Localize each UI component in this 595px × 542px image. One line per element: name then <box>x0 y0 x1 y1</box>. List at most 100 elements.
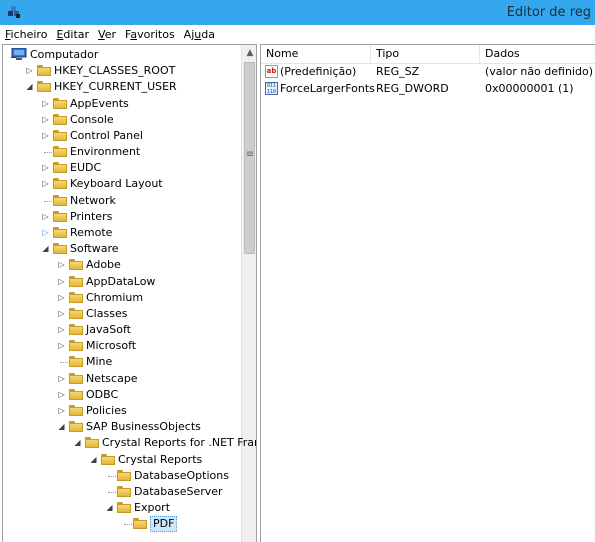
menu-bar: Ficheiro Editar Ver Favoritos Ajuda <box>0 25 595 44</box>
folder-icon <box>53 113 67 125</box>
folder-icon <box>53 146 67 158</box>
expand-arrow-icon[interactable]: ▷ <box>57 274 66 290</box>
folder-icon <box>85 437 99 449</box>
value-data: 0x00000001 (1) <box>485 82 574 95</box>
value-type: REG_DWORD <box>376 82 449 95</box>
tree-node-label: AppEvents <box>70 96 129 110</box>
folder-icon <box>69 291 83 303</box>
value-name: (Predefinição) <box>280 65 357 78</box>
tree-node-label: Classes <box>86 306 128 320</box>
folder-icon <box>69 421 83 433</box>
tree-node-label: DatabaseServer <box>134 484 223 498</box>
folder-icon <box>53 243 67 255</box>
registry-tree[interactable]: ▲ ≡ ◢ Computador ▷ HKEY_CLASSES_ROOT ◢ HKEY_C… <box>2 44 257 542</box>
expand-arrow-icon[interactable]: ▷ <box>41 112 50 128</box>
tree-node-label: ODBC <box>86 387 119 401</box>
menu-item[interactable]: Ver <box>93 28 120 41</box>
collapse-arrow-icon[interactable]: ◢ <box>89 452 98 468</box>
title-bar: Editor de reg <box>0 0 595 25</box>
tree-vertical-scrollbar[interactable]: ▲ ≡ <box>241 45 256 542</box>
column-header-data[interactable]: Dados <box>480 45 595 63</box>
values-list[interactable]: Nome Tipo Dados ab (Predefinição) REG_SZ… <box>260 44 595 542</box>
expand-arrow-icon[interactable]: ▷ <box>57 306 66 322</box>
expand-arrow-icon[interactable]: ▷ <box>57 371 66 387</box>
folder-icon <box>69 372 83 384</box>
string-value-icon: ab <box>265 65 278 78</box>
folder-icon <box>117 502 131 514</box>
menu-item[interactable]: Editar <box>51 28 93 41</box>
tree-node-label: Control Panel <box>70 128 143 142</box>
expand-arrow-icon[interactable]: ▷ <box>57 290 66 306</box>
tree-node-label: Microsoft <box>86 339 137 353</box>
tree-node-label: Export <box>134 501 171 515</box>
tree-connector <box>44 200 52 202</box>
collapse-arrow-icon[interactable]: ◢ <box>105 500 114 516</box>
folder-icon <box>69 388 83 400</box>
list-item[interactable]: 011 110 ForceLargerFonts REG_DWORD 0x000… <box>261 81 595 97</box>
menu-item[interactable]: Favoritos <box>120 28 179 41</box>
menu-item[interactable]: Ajuda <box>179 28 219 41</box>
list-item[interactable]: ab (Predefinição) REG_SZ (valor não defi… <box>261 64 595 80</box>
folder-icon <box>69 356 83 368</box>
expand-arrow-icon[interactable]: ▷ <box>57 403 66 419</box>
expand-arrow-icon[interactable]: ▷ <box>57 322 66 338</box>
expand-arrow-icon[interactable]: ▷ <box>41 96 50 112</box>
folder-icon <box>53 226 67 238</box>
expand-arrow-icon[interactable]: ▷ <box>41 176 50 192</box>
tree-node-label: AppDataLow <box>86 274 156 288</box>
tree-node-label: EUDC <box>70 161 102 175</box>
expand-arrow-icon[interactable]: ▷ <box>41 225 50 241</box>
folder-icon <box>53 210 67 222</box>
tree-node-label: Keyboard Layout <box>70 177 163 191</box>
tree-node-label: Computador <box>30 48 99 61</box>
tree-node-label: HKEY_CURRENT_USER <box>54 80 177 94</box>
tree-node-label: Adobe <box>86 258 121 272</box>
folder-icon <box>69 307 83 319</box>
scroll-up-arrow-icon[interactable]: ▲ <box>242 45 256 61</box>
tree-node-label: SAP BusinessObjects <box>86 420 201 434</box>
column-header-type[interactable]: Tipo <box>371 45 480 63</box>
folder-icon <box>117 485 131 497</box>
folder-icon <box>37 81 51 93</box>
collapse-arrow-icon[interactable]: ◢ <box>41 241 50 257</box>
expand-arrow-icon[interactable]: ▷ <box>25 63 34 79</box>
tree-connector <box>108 475 116 477</box>
column-header-name[interactable]: Nome <box>261 45 371 63</box>
collapse-arrow-icon[interactable]: ◢ <box>73 435 82 451</box>
value-name: ForceLargerFonts <box>280 82 375 95</box>
regedit-app-icon[interactable] <box>6 4 22 20</box>
expand-arrow-icon[interactable]: ▷ <box>57 338 66 354</box>
expand-arrow-icon[interactable]: ▷ <box>57 257 66 273</box>
list-header: Nome Tipo Dados <box>261 45 595 64</box>
tree-connector <box>44 152 52 154</box>
tree-connector <box>60 362 68 364</box>
tree-node-label: Chromium <box>86 290 144 304</box>
collapse-arrow-icon[interactable]: ◢ <box>25 79 34 95</box>
expand-arrow-icon[interactable]: ▷ <box>41 209 50 225</box>
tree-connector <box>124 524 132 526</box>
expand-arrow-icon[interactable]: ▷ <box>57 387 66 403</box>
folder-icon <box>53 178 67 190</box>
expand-arrow-icon[interactable]: ▷ <box>41 160 50 176</box>
tree-node-label: Crystal Reports for .NET Fram <box>102 436 257 450</box>
window-title: Editor de reg <box>506 5 591 20</box>
folder-icon <box>69 340 83 352</box>
dword-value-icon: 011 110 <box>265 82 278 95</box>
folder-icon <box>53 162 67 174</box>
tree-node-label: Environment <box>70 145 141 159</box>
value-data: (valor não definido) <box>485 65 593 78</box>
tree-node-label: Remote <box>70 225 113 239</box>
folder-icon <box>53 129 67 141</box>
folder-icon <box>133 518 147 530</box>
tree-node-label: Network <box>70 193 116 207</box>
folder-icon <box>101 453 115 465</box>
folder-icon <box>69 404 83 416</box>
collapse-arrow-icon[interactable]: ◢ <box>57 419 66 435</box>
folder-icon <box>53 97 67 109</box>
expand-arrow-icon[interactable]: ▷ <box>41 128 50 144</box>
folder-icon <box>69 259 83 271</box>
menu-item[interactable]: Ficheiro <box>0 28 51 41</box>
value-type: REG_SZ <box>376 65 420 78</box>
tree-node-label: Software <box>70 242 119 256</box>
folder-icon <box>37 65 51 77</box>
